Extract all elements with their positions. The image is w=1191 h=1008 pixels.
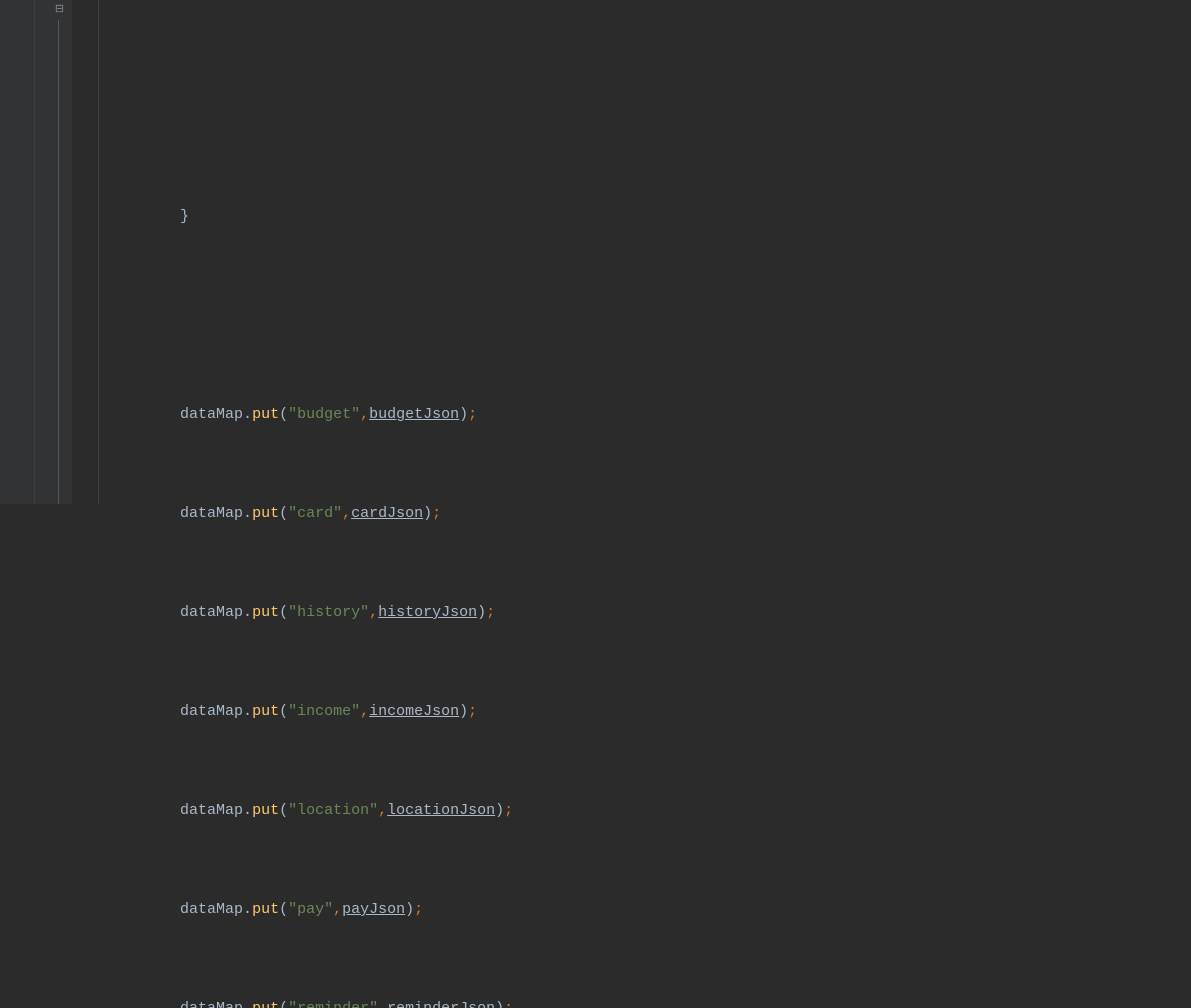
ident-dataMap: dataMap xyxy=(180,505,243,522)
arg-incomeJson: incomeJson xyxy=(369,703,459,720)
string-literal: "reminder" xyxy=(288,1000,378,1008)
string-literal: "history" xyxy=(288,604,369,621)
string-literal: "budget" xyxy=(288,406,360,423)
string-literal: "card" xyxy=(288,505,342,522)
brace-close: } xyxy=(180,208,189,225)
ident-dataMap: dataMap xyxy=(180,802,243,819)
code-editor[interactable]: } dataMap.put("budget",budgetJson); data… xyxy=(72,0,1191,504)
arg-payJson: payJson xyxy=(342,901,405,918)
arg-historyJson: historyJson xyxy=(378,604,477,621)
ident-dataMap: dataMap xyxy=(180,604,243,621)
method-put: put xyxy=(252,901,279,918)
arg-budgetJson: budgetJson xyxy=(369,406,459,423)
ident-dataMap: dataMap xyxy=(180,406,243,423)
ident-dataMap: dataMap xyxy=(180,901,243,918)
method-put: put xyxy=(252,802,279,819)
line-number-gutter xyxy=(0,0,50,504)
method-put: put xyxy=(252,604,279,621)
method-put: put xyxy=(252,406,279,423)
string-literal: "income" xyxy=(288,703,360,720)
method-put: put xyxy=(252,1000,279,1008)
fold-line xyxy=(58,20,59,504)
ident-dataMap: dataMap xyxy=(180,1000,243,1008)
string-literal: "pay" xyxy=(288,901,333,918)
fold-collapse-icon[interactable]: ⊟ xyxy=(53,4,66,17)
method-put: put xyxy=(252,703,279,720)
arg-locationJson: locationJson xyxy=(387,802,495,819)
string-literal: "location" xyxy=(288,802,378,819)
arg-reminderJson: reminderJson xyxy=(387,1000,495,1008)
arg-cardJson: cardJson xyxy=(351,505,423,522)
ident-dataMap: dataMap xyxy=(180,703,243,720)
fold-gutter: ⊟ xyxy=(50,0,72,504)
method-put: put xyxy=(252,505,279,522)
